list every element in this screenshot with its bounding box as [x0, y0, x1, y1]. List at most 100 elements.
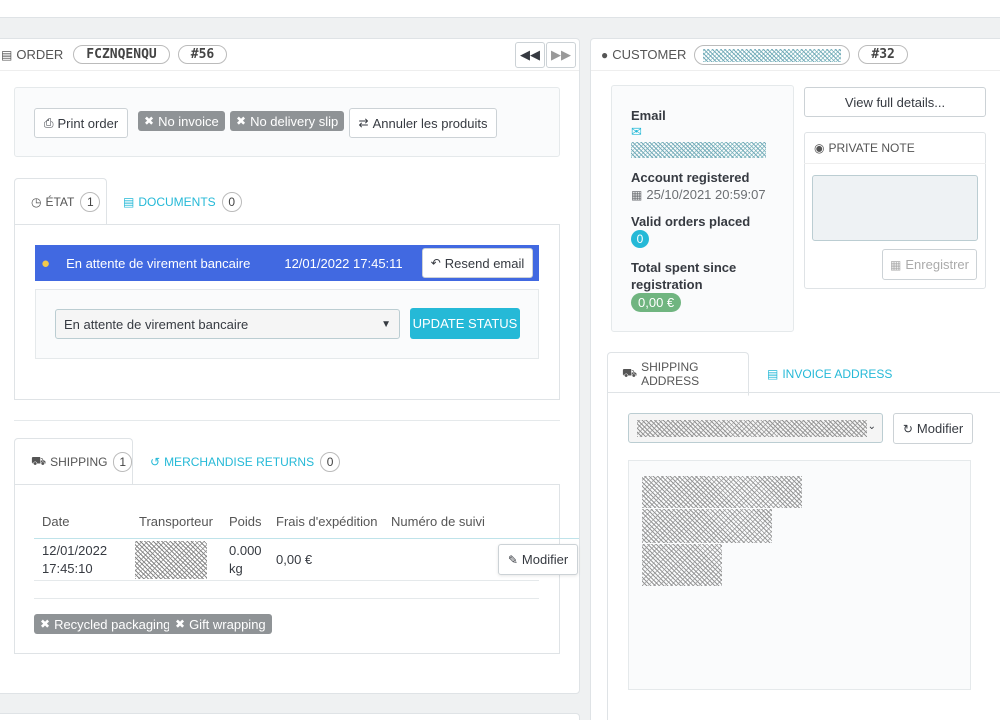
view-full-details-label: View full details...	[844, 94, 946, 110]
address-redacted-line2	[642, 509, 772, 543]
total-spent-badge: 0,00 €	[631, 293, 682, 312]
tab-documents-label: DOCUMENTS	[138, 194, 216, 209]
valid-orders-label: Valid orders placed	[631, 214, 751, 229]
recycled-packaging-label: Recycled packaging	[54, 616, 171, 632]
next-panel	[0, 713, 580, 720]
shipping-cost: 0,00 €	[276, 552, 313, 567]
modify-shipping-button[interactable]: ✎ Modifier	[498, 544, 578, 575]
previous-order-button[interactable]: ◀◀	[515, 42, 545, 68]
tab-etat-count: 1	[80, 191, 101, 212]
column-header-tracking-number: Numéro de suivi	[391, 514, 485, 529]
customer-id-badge: #32	[858, 45, 908, 64]
refresh-icon: ↻	[902, 421, 913, 436]
credit-card-icon: ▤	[1, 47, 13, 62]
clock-icon: ◷	[31, 194, 42, 209]
column-header-carrier: Transporteur	[139, 514, 213, 529]
order-panel: ▤ ORDER FCZNQENQU #56 ◀◀ ▶▶ ⎙ Print orde…	[0, 38, 580, 694]
view-full-details-button[interactable]: View full details...	[804, 87, 986, 117]
reply-icon: ↶	[430, 256, 441, 270]
order-reference-badge: FCZNQENQU	[73, 45, 170, 64]
status-select[interactable]: En attente de virement bancaire ▼	[55, 309, 400, 339]
status-select-value: En attente de virement bancaire	[64, 316, 249, 332]
tab-invoice-address[interactable]: ▤ INVOICE ADDRESS	[767, 352, 892, 396]
recycled-packaging-badge: ✖ Recycled packaging	[34, 614, 177, 634]
divider	[14, 420, 560, 421]
file-icon: ▤	[123, 194, 135, 209]
save-note-button[interactable]: ▦ Enregistrer	[882, 249, 977, 280]
customer-panel-header: ● CUSTOMER #32	[591, 39, 1000, 71]
truck-icon: ⛟	[31, 453, 47, 468]
tab-documents-count: 0	[221, 191, 242, 212]
tab-merchandise-returns-count: 0	[320, 451, 341, 472]
next-order-button[interactable]: ▶▶	[546, 42, 576, 68]
valid-orders-badge: 0	[631, 230, 649, 248]
no-invoice-label: No invoice	[158, 113, 219, 129]
tab-shipping-label: SHIPPING	[50, 454, 108, 469]
no-delivery-slip-label: No delivery slip	[250, 113, 339, 129]
print-order-button[interactable]: ⎙ Print order	[34, 108, 128, 138]
address-select[interactable]: ⌄	[628, 413, 883, 443]
save-icon: ▦	[890, 257, 902, 272]
total-spent-label-line2: registration	[631, 277, 703, 292]
account-registered-date: ▦ 25/10/2021 20:59:07	[631, 187, 766, 202]
exchange-icon: ⇄	[358, 116, 369, 130]
private-note-header: ◉ PRIVATE NOTE	[804, 132, 986, 164]
close-icon: ✖	[236, 114, 247, 128]
caret-down-icon: ▼	[381, 318, 391, 330]
file-icon: ▤	[767, 367, 779, 381]
private-note-label: PRIVATE NOTE	[828, 140, 915, 155]
redacted-pattern	[703, 48, 842, 62]
no-delivery-slip-badge: ✖ No delivery slip	[230, 111, 345, 131]
modify-address-button[interactable]: ↻ Modifier	[893, 413, 973, 444]
tab-shipping-count: 1	[113, 451, 132, 472]
address-redacted-line3	[642, 544, 722, 586]
gift-wrapping-label: Gift wrapping	[189, 616, 266, 632]
close-icon: ✖	[144, 114, 155, 128]
print-order-label: Print order	[57, 115, 119, 131]
gift-wrapping-badge: ✖ Gift wrapping	[169, 614, 272, 634]
save-note-label: Enregistrer	[905, 257, 969, 272]
tab-documents[interactable]: ▤ DOCUMENTS 0	[123, 178, 242, 225]
truck-icon: ⛟	[622, 366, 638, 380]
tab-etat[interactable]: ◷ ÉTAT 1	[14, 178, 107, 225]
print-icon: ⎙	[43, 115, 54, 130]
shipping-weight-value: 0.000	[229, 543, 262, 558]
top-bar	[0, 0, 1000, 18]
tab-shipping[interactable]: ⛟ SHIPPING 1	[14, 438, 133, 485]
address-select-redacted	[637, 420, 867, 437]
shipping-date-time: 17:45:10	[42, 561, 93, 576]
modify-shipping-label: Modifier	[521, 552, 569, 567]
coins-icon: ●	[41, 254, 51, 272]
backward-icon: ◀◀	[520, 47, 540, 62]
tab-shipping-address-label: SHIPPING ADDRESS	[641, 360, 700, 388]
current-status-name: En attente de virement bancaire	[66, 255, 251, 271]
chevron-down-icon: ⌄	[867, 421, 876, 432]
calendar-icon: ▦	[631, 188, 643, 202]
customer-header-label: CUSTOMER	[612, 47, 687, 62]
user-icon: ●	[601, 47, 609, 62]
pencil-icon: ✎	[507, 552, 518, 567]
order-id-badge: #56	[177, 45, 228, 64]
undo-icon: ↺	[150, 454, 161, 469]
close-icon: ✖	[175, 617, 186, 631]
order-header-label: ORDER	[16, 47, 64, 62]
email-redacted	[631, 142, 766, 158]
update-status-button[interactable]: UPDATE STATUS	[410, 308, 520, 339]
shipping-weight-unit: kg	[229, 561, 243, 576]
tab-shipping-address[interactable]: ⛟ SHIPPING ADDRESS	[607, 352, 749, 396]
forward-icon: ▶▶	[551, 47, 571, 62]
envelope-icon[interactable]: ✉	[631, 124, 642, 140]
tab-merchandise-returns[interactable]: ↺ MERCHANDISE RETURNS 0	[150, 438, 341, 485]
resend-email-button[interactable]: ↶ Resend email	[422, 248, 533, 278]
cancel-products-label: Annuler les produits	[372, 115, 488, 131]
shipping-date: 12/01/2022 17:45:10	[42, 542, 107, 578]
divider	[34, 598, 539, 599]
order-panel-header: ▤ ORDER FCZNQENQU #56	[0, 39, 579, 71]
account-date-value: 25/10/2021 20:59:07	[646, 187, 766, 202]
cancel-products-button[interactable]: ⇄ Annuler les produits	[349, 108, 497, 138]
tab-etat-label: ÉTAT	[45, 194, 75, 209]
private-note-textarea[interactable]	[812, 175, 978, 241]
column-header-shipping-cost: Frais d'expédition	[276, 514, 378, 529]
shipping-weight: 0.000 kg	[229, 542, 262, 578]
tab-merchandise-returns-label: MERCHANDISE RETURNS	[164, 454, 315, 469]
